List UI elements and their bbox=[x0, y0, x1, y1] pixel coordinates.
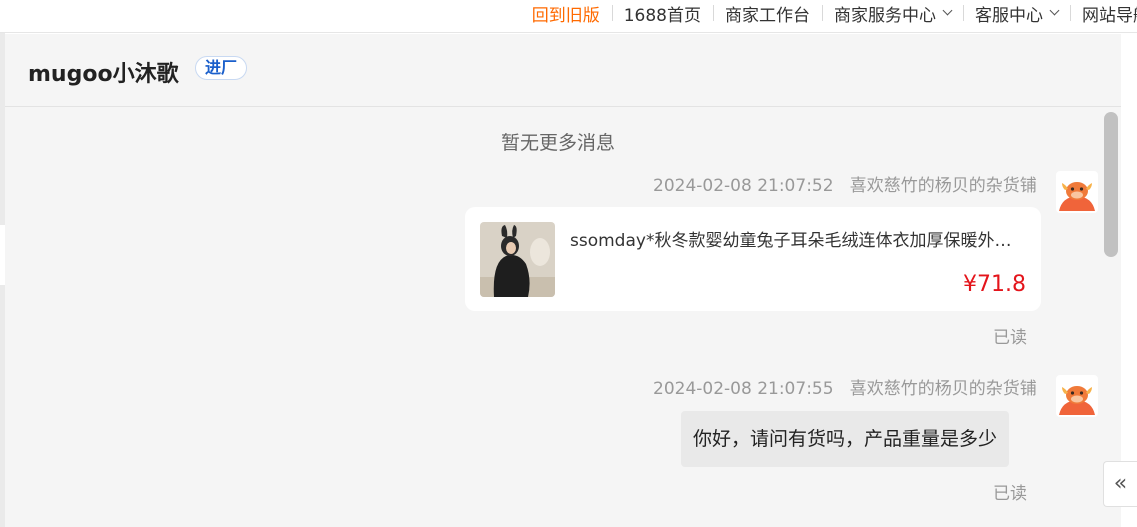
read-status: 已读 bbox=[993, 484, 1027, 504]
chevron-down-icon bbox=[942, 5, 953, 16]
chat-panel: mugoo小沐歌 进厂 暂无更多消息 2024-02-08 21:07:52 喜… bbox=[5, 34, 1121, 527]
scrollbar-thumb[interactable] bbox=[1104, 112, 1118, 257]
collapse-panel-button[interactable]: « bbox=[1103, 461, 1137, 507]
nav-label: 回到旧版 bbox=[531, 5, 600, 26]
product-thumbnail[interactable] bbox=[480, 222, 555, 297]
chevron-down-icon bbox=[1049, 5, 1060, 16]
nav-label: 商家服务中心 bbox=[834, 5, 936, 26]
double-chevron-left-icon: « bbox=[1113, 471, 1128, 496]
message-meta: 2024-02-08 21:07:55 喜欢慈竹的杨贝的杂货铺 bbox=[653, 374, 1037, 399]
product-title[interactable]: ssomday*秋冬款婴幼童兔子耳朵毛绒连体衣加厚保暖外… bbox=[570, 226, 1026, 251]
sender-avatar[interactable] bbox=[1056, 375, 1098, 417]
message-sender: 喜欢慈竹的杨贝的杂货铺 bbox=[849, 176, 1037, 196]
top-nav-items: 回到旧版 1688首页 商家工作台 商家服务中心 客服中心 网站导航 bbox=[520, 0, 1137, 26]
no-more-messages: 暂无更多消息 bbox=[501, 132, 616, 154]
message-meta: 2024-02-08 21:07:52 喜欢慈竹的杨贝的杂货铺 bbox=[653, 171, 1037, 196]
message-time: 2024-02-08 21:07:52 bbox=[653, 176, 834, 196]
nav-label: 客服中心 bbox=[975, 5, 1043, 26]
nav-merchant-service-menu[interactable]: 商家服务中心 bbox=[822, 4, 963, 26]
shop-name: mugoo小沐歌 bbox=[28, 62, 179, 87]
nav-site-navigation-menu[interactable]: 网站导航 bbox=[1070, 4, 1137, 26]
nav-label: 商家工作台 bbox=[725, 5, 810, 26]
nav-label: 1688首页 bbox=[623, 5, 701, 26]
nav-customer-service-menu[interactable]: 客服中心 bbox=[963, 4, 1070, 26]
factory-tag-badge[interactable]: 进厂 bbox=[195, 56, 248, 80]
sender-avatar[interactable] bbox=[1056, 171, 1098, 213]
message-time: 2024-02-08 21:07:55 bbox=[653, 379, 834, 399]
product-price: ¥71.8 bbox=[963, 272, 1026, 297]
nav-old-version-link[interactable]: 回到旧版 bbox=[520, 4, 612, 26]
message-bubble[interactable]: 你好，请问有货吗，产品重量是多少 bbox=[681, 411, 1010, 467]
cow-avatar-icon bbox=[1059, 182, 1095, 211]
message-sender: 喜欢慈竹的杨贝的杂货铺 bbox=[849, 379, 1037, 399]
product-card[interactable]: ssomday*秋冬款婴幼童兔子耳朵毛绒连体衣加厚保暖外… ¥71.8 bbox=[465, 207, 1041, 311]
cow-avatar-icon bbox=[1059, 386, 1095, 415]
read-status: 已读 bbox=[993, 328, 1027, 348]
chat-header: mugoo小沐歌 进厂 bbox=[5, 34, 1121, 107]
nav-merchant-workbench-link[interactable]: 商家工作台 bbox=[713, 4, 822, 26]
nav-1688-home-link[interactable]: 1688首页 bbox=[611, 4, 713, 26]
right-strip bbox=[1121, 34, 1137, 527]
product-photo-icon bbox=[480, 222, 555, 297]
top-nav: 回到旧版 1688首页 商家工作台 商家服务中心 客服中心 网站导航 bbox=[0, 0, 1137, 33]
nav-label: 网站导航 bbox=[1082, 5, 1137, 26]
